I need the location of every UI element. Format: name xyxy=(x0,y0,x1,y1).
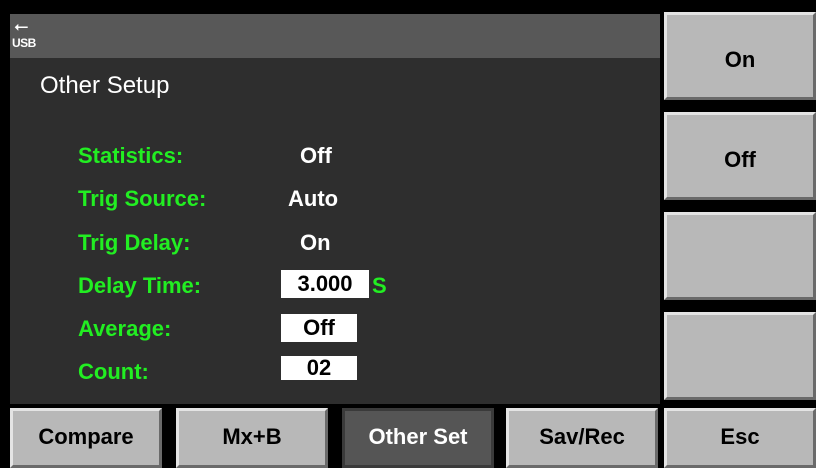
softkey-3-label xyxy=(667,215,813,247)
compare-button[interactable]: Compare xyxy=(10,408,162,468)
page-title: Other Setup xyxy=(40,72,170,99)
count-field[interactable]: 02 xyxy=(281,356,357,380)
statistics-value[interactable]: Off xyxy=(300,143,332,169)
count-label: Count: xyxy=(78,359,149,384)
sav-rec-button[interactable]: Sav/Rec xyxy=(506,408,658,468)
softkey-3-button[interactable] xyxy=(664,212,816,300)
softkey-off-label: Off xyxy=(724,147,756,172)
trig-delay-label: Trig Delay: xyxy=(78,230,191,255)
delay-time-unit: S xyxy=(372,273,387,298)
average-label: Average: xyxy=(78,316,172,341)
trig-source-value[interactable]: Auto xyxy=(288,186,338,212)
bottom-menu: Compare Mx+B Other Set Sav/Rec Esc xyxy=(0,408,816,468)
usb-label: USB xyxy=(12,36,36,50)
status-bar xyxy=(10,14,660,58)
softkey-4-button[interactable] xyxy=(664,312,816,400)
average-field[interactable]: Off xyxy=(281,314,357,342)
softkey-off-button[interactable]: Off xyxy=(664,112,816,200)
statistics-label: Statistics: xyxy=(78,143,184,168)
mxb-button[interactable]: Mx+B xyxy=(176,408,328,468)
usb-icon: ⭠ USB xyxy=(12,16,36,50)
trig-delay-value[interactable]: On xyxy=(300,230,331,256)
esc-button[interactable]: Esc xyxy=(664,408,816,468)
softkey-on-label: On xyxy=(724,47,756,72)
delay-time-field[interactable]: 3.000 xyxy=(281,270,369,298)
delay-time-label: Delay Time: xyxy=(78,273,202,298)
softkey-on-button[interactable]: On xyxy=(664,12,816,100)
softkey-4-label xyxy=(667,315,813,347)
other-set-button[interactable]: Other Set xyxy=(342,408,494,468)
trig-source-label: Trig Source: xyxy=(78,186,207,211)
